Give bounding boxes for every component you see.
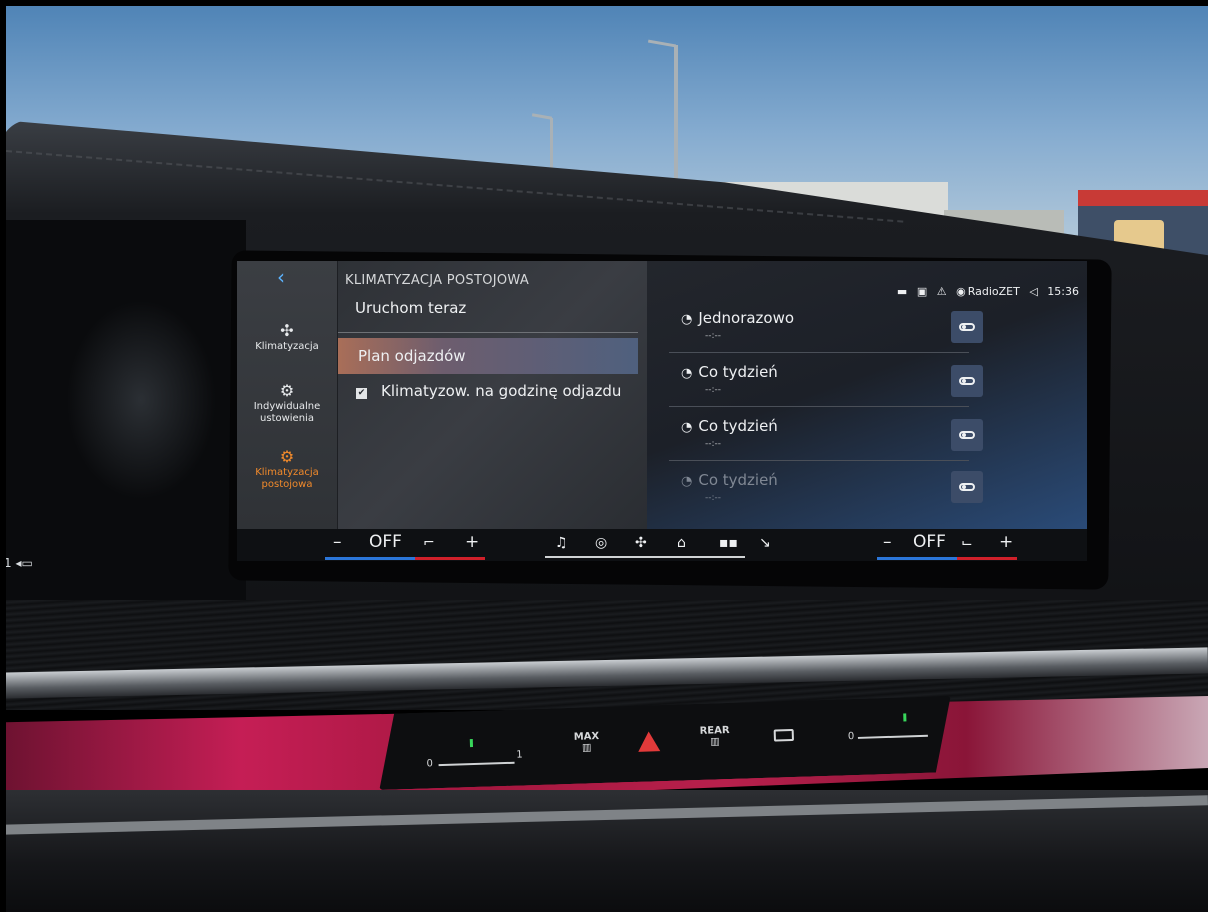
radio-station: RadioZET [967,285,1020,298]
speaker-icon: ◁ [1029,285,1038,298]
schedule-toggle[interactable] [951,471,983,503]
schedule-row[interactable]: ◔ Co tydzień --:-- [669,461,983,515]
frame-edge-left [0,0,6,912]
glovebox-icon[interactable] [774,729,794,742]
schedule-toggle[interactable] [951,311,983,343]
climate-bottom-bar: – OFF ⌐ + ♫ ◎ ✣ ⌂ ▪▪ ↘ – OFF ⌙ + [237,529,1087,561]
infotainment-screen: ‹ ✣ Klimatyzacja ⚙ Indywidualne ustowien… [237,261,1087,561]
schedule-time: --:-- [705,439,722,449]
schedule-time: --:-- [705,385,722,395]
clock-icon: ◔ [681,366,693,381]
status-bar: ▬ ▣ ⚠ ◉ RadioZET ◁ 15:36 [891,285,1079,298]
seat-icon[interactable]: ⌙ [961,535,973,551]
right-temp-plus-button[interactable]: + [999,532,1013,552]
left-temp-status[interactable]: OFF [369,532,402,552]
schedule-row[interactable]: ◔ Jednorazowo --:-- [669,299,983,353]
clock-time: 15:36 [1047,285,1079,298]
fan-icon: ✣ [280,321,294,340]
clock-icon: ◔ [681,474,693,489]
status-icon: ▣ [916,285,928,298]
schedule-time: --:-- [705,493,722,503]
schedule-label: Jednorazowo [698,309,795,327]
hazard-icon[interactable] [638,731,661,752]
left-temperature-slider[interactable] [439,762,515,766]
clock-icon: ◔ [681,312,693,327]
checkbox-icon[interactable]: ✔ [356,388,367,399]
schedule-time: --:-- [705,331,722,341]
departure-schedule-pane: ▬ ▣ ⚠ ◉ RadioZET ◁ 15:36 ◔ Jednorazowo --:… [647,261,1087,529]
phone-icon[interactable]: ↘ [759,535,771,551]
schedule-label: Co tydzień [698,363,778,381]
page-title: KLIMATYZACJA POSTOJOWA [345,273,530,288]
sidebar-item-label: Indywidualne ustowienia [253,401,321,424]
apps-icon[interactable]: ▪▪ [719,535,738,551]
schedule-row[interactable]: ◔ Co tydzień --:-- [669,353,983,407]
start-now-item[interactable]: Uruchom teraz [338,299,638,333]
sidebar-item-label: Klimatyzacja [255,341,319,352]
precondition-label: Klimatyzow. na godzinę odjazdu [381,382,622,400]
frame-edge-top [0,0,1208,6]
gear-person-icon: ⚙ [279,381,295,400]
seat-heating-icon[interactable]: ⌐ [423,535,435,551]
left-temp-minus-button[interactable]: – [333,532,342,552]
home-icon[interactable]: ⌂ [677,535,686,551]
radio-icon: ◉ [956,285,966,298]
left-temp-indicator-cold [325,557,415,560]
left-temp-indicator-warm [415,557,485,560]
climate-sidebar: ‹ ✣ Klimatyzacja ⚙ Indywidualne ustowien… [237,261,337,529]
music-icon[interactable]: ♫ [555,535,568,551]
status-icon: ⚠ [936,285,947,298]
schedule-label: Co tydzień [698,471,778,489]
precondition-checkbox-row[interactable]: ✔ Klimatyzow. na godzinę odjazdu [338,382,638,412]
gear-icon: ⚙ [279,447,295,466]
left-slider-led [470,739,473,747]
schedule-label: Co tydzień [698,417,778,435]
rear-defrost-button[interactable]: REAR ▥ [699,725,730,748]
schedule-toggle[interactable] [951,365,983,397]
right-temperature-slider[interactable] [858,735,928,739]
right-slider-min: 0 [847,731,855,743]
nav-active-indicator [545,556,745,558]
sidebar-item-label: Klimatyzacja postojowa [255,467,319,490]
left-slider-min: 0 [426,758,434,770]
clock-icon: ◔ [681,420,693,435]
cluster-indicator-icon: 1 ◂▭ [4,556,33,570]
instrument-cluster [6,220,246,600]
status-icon: ▬ [896,285,908,298]
sidebar-item-postojowa[interactable]: ⚙ Klimatyzacja postojowa [237,447,337,491]
back-button[interactable]: ‹ [277,265,285,289]
right-temp-minus-button[interactable]: – [883,532,892,552]
left-temp-plus-button[interactable]: + [465,532,479,552]
sidebar-item-klimatyzacja[interactable]: ✣ Klimatyzacja [237,321,337,353]
right-slider-led [903,713,906,721]
fan-icon[interactable]: ✣ [635,535,647,551]
parking-climate-menu: KLIMATYZACJA POSTOJOWA Uruchom teraz Pla… [337,261,647,529]
sidebar-item-indywidualne[interactable]: ⚙ Indywidualne ustowienia [237,381,337,425]
left-slider-max: 1 [516,749,523,761]
navigation-icon[interactable]: ◎ [595,535,607,551]
departure-plan-item[interactable]: Plan odjazdów [338,338,638,374]
right-temp-status[interactable]: OFF [913,532,946,552]
schedule-toggle[interactable] [951,419,983,451]
right-temp-indicator-cold [877,557,957,560]
schedule-row[interactable]: ◔ Co tydzień --:-- [669,407,983,461]
max-defrost-button[interactable]: MAX ▥ [574,731,600,754]
right-temp-indicator-warm [957,557,1017,560]
